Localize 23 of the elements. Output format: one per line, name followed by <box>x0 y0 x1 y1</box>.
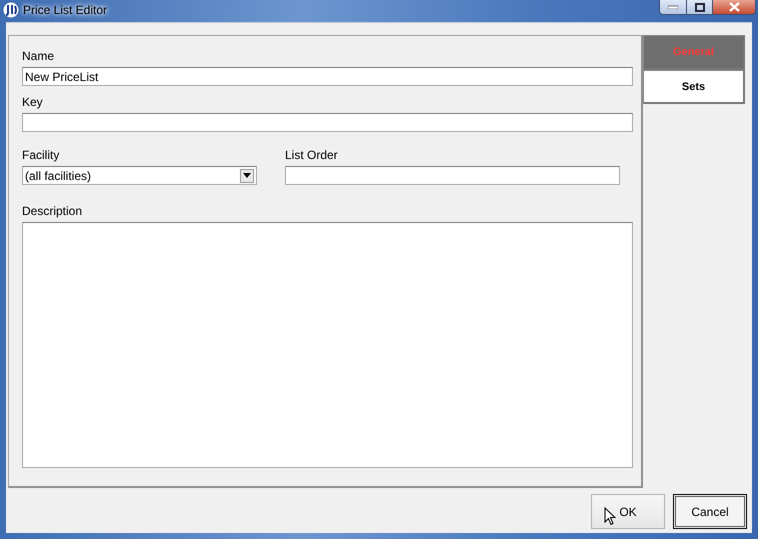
tab[interactable]: Sets <box>643 70 745 104</box>
field-label: Name <box>22 49 56 64</box>
text-field[interactable] <box>285 166 620 185</box>
field-label: Description <box>22 204 84 219</box>
maximize-icon <box>694 2 704 12</box>
field-label: List Order <box>285 148 339 163</box>
ok-button[interactable]: OK <box>591 494 665 529</box>
app-logo-icon <box>3 2 19 18</box>
text-field[interactable] <box>22 113 633 132</box>
cancel-button[interactable]: Cancel <box>673 494 747 529</box>
minimize-button[interactable] <box>659 0 687 15</box>
minimize-icon <box>668 5 678 9</box>
close-icon <box>728 2 740 12</box>
facility-dropdown[interactable]: (all facilities) <box>22 166 257 185</box>
dropdown-arrow-icon <box>243 173 251 178</box>
field-label: Facility <box>22 148 60 163</box>
mouse-pointer-icon <box>604 507 616 526</box>
description-field[interactable] <box>22 222 633 468</box>
maximize-button[interactable] <box>687 0 713 15</box>
window-title: Price List Editor <box>23 3 108 17</box>
close-button[interactable] <box>713 0 756 15</box>
field-label: Key <box>22 95 44 110</box>
text-field[interactable]: New PriceList <box>22 67 633 86</box>
